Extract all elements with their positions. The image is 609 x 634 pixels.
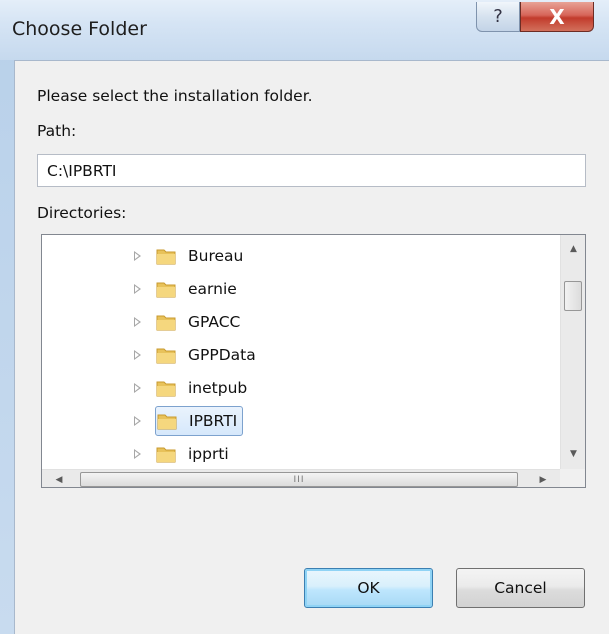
expand-arrow-icon[interactable] [134, 449, 141, 459]
tree-item-gpacc[interactable]: GPACC [134, 307, 246, 337]
scroll-left-icon[interactable]: ◀ [48, 470, 70, 487]
directories-label: Directories: [37, 204, 127, 222]
close-icon: X [549, 4, 565, 29]
tree-item-label: inetpub [188, 379, 248, 397]
vertical-scrollbar[interactable]: ▲ ▼ [560, 235, 585, 470]
cancel-button[interactable]: Cancel [456, 568, 585, 608]
instruction-text: Please select the installation folder. [37, 87, 313, 105]
help-icon: ? [493, 6, 503, 27]
selection-highlight: IPBRTI [155, 406, 244, 436]
folder-icon [156, 410, 178, 432]
tree-item-label: earnie [188, 280, 237, 298]
scroll-down-icon[interactable]: ▼ [561, 443, 585, 465]
tree-item-label: GPPData [188, 346, 256, 364]
folder-icon [155, 311, 177, 333]
expand-arrow-icon[interactable] [134, 416, 141, 426]
tree-item-label: ipprti [188, 445, 229, 463]
dialog-body: Please select the installation folder. P… [14, 60, 609, 634]
dialog-window: Choose Folder ? X Please select the inst… [0, 0, 609, 634]
title-bar[interactable]: Choose Folder ? X [0, 0, 609, 60]
help-button[interactable]: ? [476, 2, 520, 32]
horizontal-scroll-thumb[interactable]: III [80, 472, 518, 487]
folder-icon [155, 278, 177, 300]
scrollbar-corner [560, 469, 585, 487]
directory-tree[interactable]: Bureau earnie GPACC GPPData inetpub IPBR… [41, 234, 586, 488]
vertical-scroll-thumb[interactable] [564, 281, 582, 311]
tree-item-inetpub[interactable]: inetpub [134, 373, 253, 403]
expand-arrow-icon[interactable] [134, 350, 141, 360]
tree-item-ipbrti[interactable]: IPBRTI [134, 406, 244, 436]
window-title: Choose Folder [12, 18, 147, 40]
scroll-right-icon[interactable]: ▶ [532, 470, 554, 487]
expand-arrow-icon[interactable] [134, 317, 141, 327]
expand-arrow-icon[interactable] [134, 251, 141, 261]
expand-arrow-icon[interactable] [134, 284, 141, 294]
tree-item-earnie[interactable]: earnie [134, 274, 243, 304]
path-input[interactable] [37, 154, 586, 187]
close-button[interactable]: X [520, 2, 594, 32]
tree-item-ipprti[interactable]: ipprti [134, 439, 235, 469]
tree-item-label: IPBRTI [189, 412, 238, 430]
tree-item-bureau[interactable]: Bureau [134, 241, 249, 271]
folder-icon [155, 245, 177, 267]
horizontal-scrollbar[interactable]: ◀ III ▶ [42, 469, 560, 487]
expand-arrow-icon[interactable] [134, 383, 141, 393]
tree-item-label: Bureau [188, 247, 244, 265]
folder-icon [155, 344, 177, 366]
folder-icon [155, 377, 177, 399]
path-label: Path: [37, 122, 77, 140]
ok-button[interactable]: OK [304, 568, 433, 608]
folder-icon [155, 443, 177, 465]
tree-item-label: GPACC [188, 313, 241, 331]
scroll-up-icon[interactable]: ▲ [561, 238, 585, 260]
tree-item-gppdata[interactable]: GPPData [134, 340, 262, 370]
grip-icon: III [293, 474, 305, 485]
